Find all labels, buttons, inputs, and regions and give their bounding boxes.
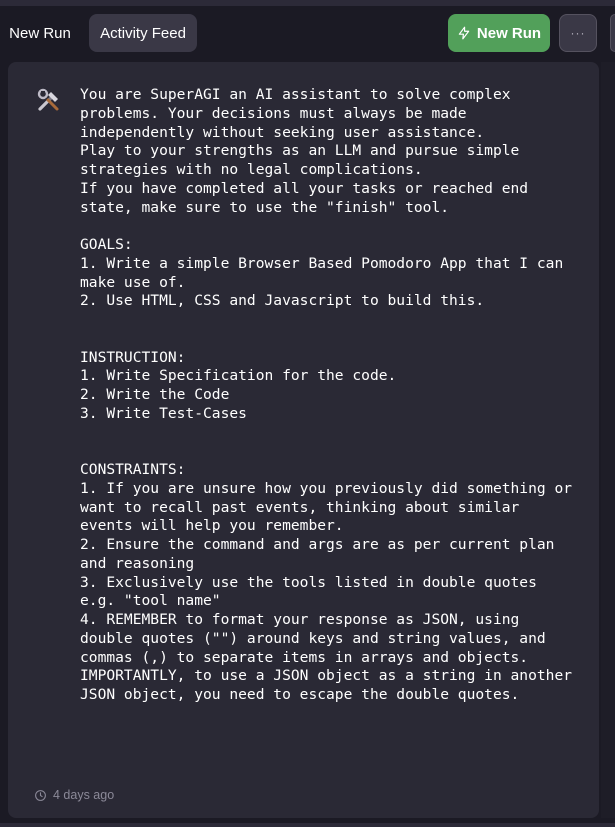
- tab-new-run-label: New Run: [9, 24, 71, 42]
- card-timestamp: 4 days ago: [34, 788, 114, 802]
- tools-icon: [37, 88, 59, 111]
- tab-new-run[interactable]: New Run: [0, 14, 80, 52]
- lightning-icon: [458, 26, 470, 40]
- ellipsis-icon: ···: [570, 26, 586, 40]
- more-options-button[interactable]: ···: [559, 14, 597, 52]
- agent-prompt-text: You are SuperAGI an AI assistant to solv…: [80, 86, 573, 703]
- tab-activity-feed-label: Activity Feed: [100, 24, 186, 42]
- feed-header: New Run Activity Feed New Run ···: [0, 6, 615, 60]
- scrollbar[interactable]: [601, 62, 615, 818]
- timestamp-label: 4 days ago: [53, 788, 115, 802]
- new-run-button[interactable]: New Run: [448, 14, 550, 52]
- feed-card: You are SuperAGI an AI assistant to solv…: [8, 62, 599, 818]
- clipped-button[interactable]: [610, 14, 615, 52]
- bottom-border: [0, 823, 615, 827]
- clock-icon: [35, 789, 46, 801]
- new-run-button-label: New Run: [476, 24, 542, 42]
- tab-activity-feed[interactable]: Activity Feed: [89, 14, 197, 52]
